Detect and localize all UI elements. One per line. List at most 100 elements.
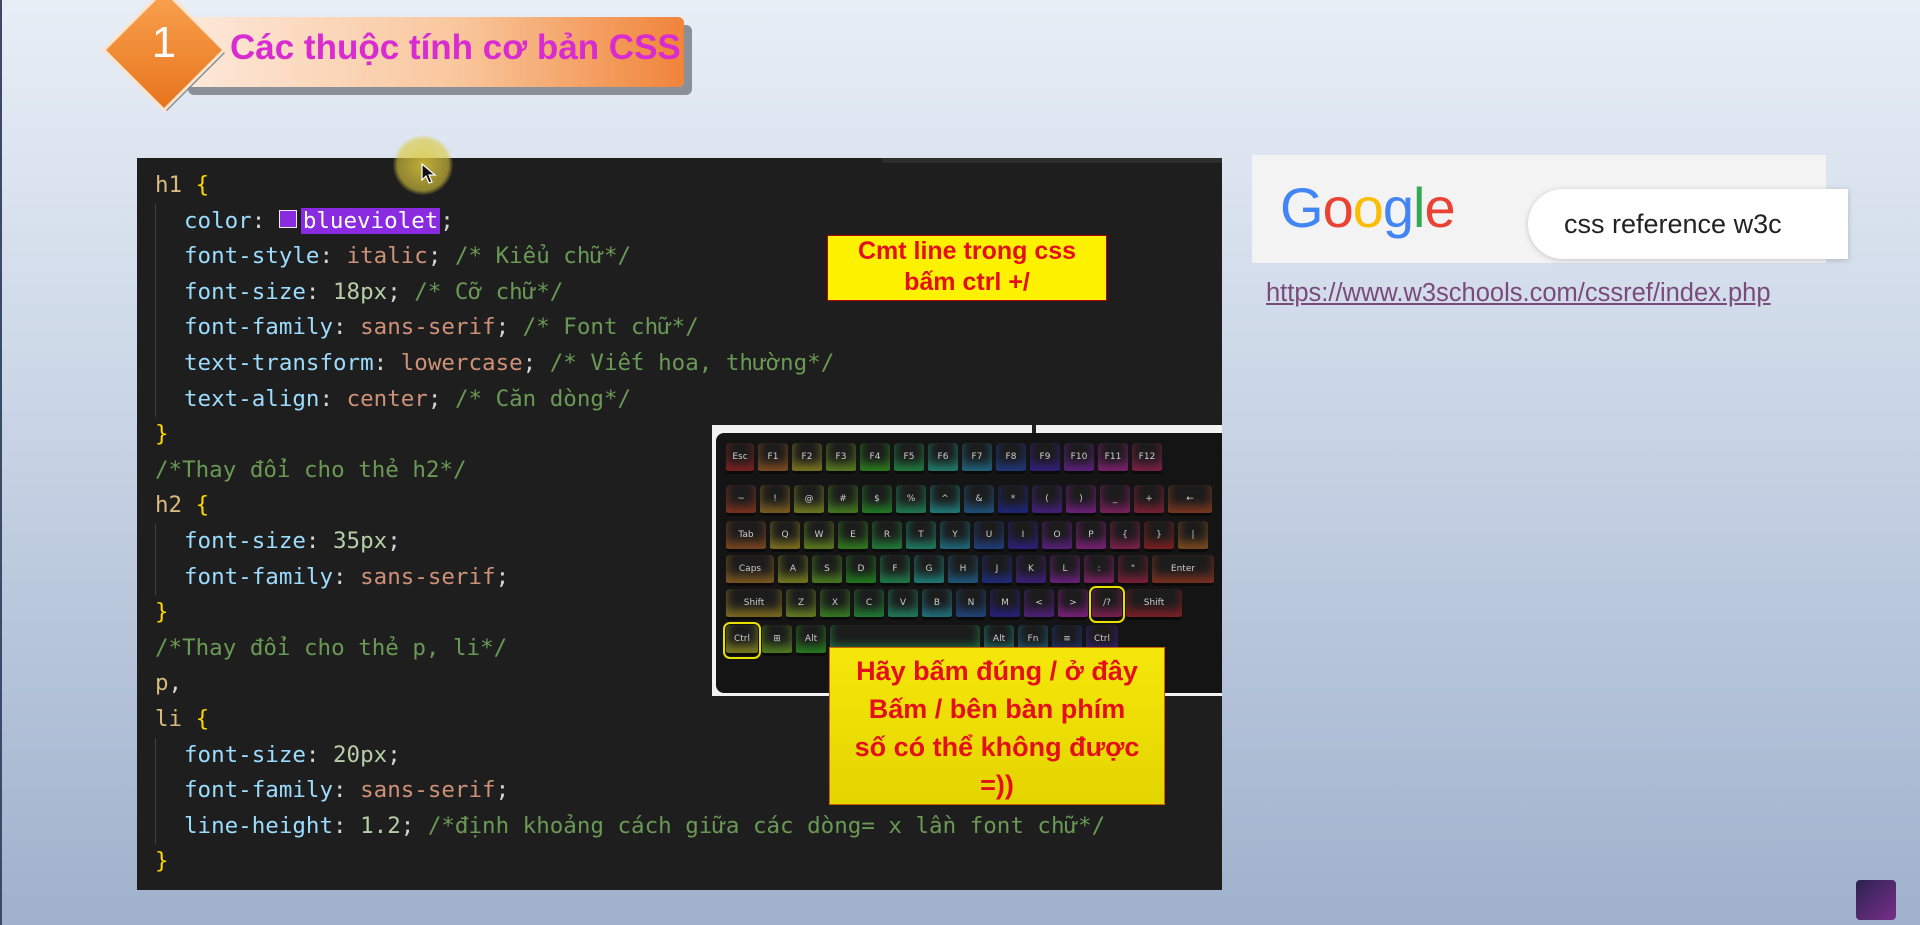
keyboard-key: U [974,521,1004,552]
code-token-val: lowercase [400,349,523,376]
keyboard-key: X [820,589,850,620]
keyboard-key: ⊞ [762,625,792,656]
code-token-cmt: /* Cỡ chữ*/ [414,278,564,305]
google-logo-letter: o [1322,176,1354,239]
slide-number: 1 [151,18,177,67]
keyboard-key: A [778,555,808,586]
google-logo-letter: l [1413,176,1425,239]
code-line[interactable]: h1 { [155,168,1105,204]
keyboard-key: P [1076,521,1106,552]
code-token-prop: text-align [184,385,320,412]
indent-guide [155,203,184,240]
keyboard-key: V [888,589,918,620]
google-search-snippet: Google css reference w3c [1252,155,1848,263]
code-token-plain: ; [400,812,428,839]
keyboard-key: " [1118,555,1148,586]
code-line[interactable]: text-align: center; /* Căn dòng*/ [155,381,1105,418]
code-token-brace: } [155,421,169,448]
code-token-val: sans-serif [360,563,496,590]
indent-guide [155,737,184,774]
keyboard-key: F2 [792,443,822,474]
keyboard-key: F12 [1132,443,1162,474]
code-token-brace: { [195,705,210,732]
comment-shortcut-note: Cmt line trong css bấm ctrl +/ [827,235,1107,301]
keyboard-key: L [1050,555,1080,586]
search-input[interactable]: css reference w3c [1528,189,1848,259]
color-swatch-icon [278,210,297,229]
code-token-cmt: /*Thay đổi cho thẻ h2*/ [155,456,467,483]
keyboard-key: ^ [930,485,960,516]
keyboard-key: * [998,485,1028,516]
keyboard-key: G [914,555,944,586]
code-token-plain: , [168,670,183,697]
code-token-brace: } [155,848,169,875]
keyboard-key: ( [1032,485,1062,516]
code-line[interactable]: text-transform: lowercase; /* Viết hoa, … [155,345,1105,382]
keyboard-key: Caps [726,555,774,586]
note-line: bấm ctrl +/ [904,268,1030,296]
code-token-hl: blueviolet [300,207,441,234]
code-token-plain: : [305,278,334,305]
code-token-num: 20px [333,741,388,768]
keyboard-key: @ [794,485,824,516]
keyboard-key: Ctrl [723,622,761,659]
code-token-num: 35px [333,527,388,554]
keyboard-key: F6 [928,443,958,474]
google-logo: Google [1280,175,1456,240]
keyboard-key: + [1134,485,1164,516]
code-token-num: 1.2 [360,812,401,839]
note-line: =)) [980,770,1014,800]
code-token-plain: ; [387,278,415,305]
code-token-cmt: /* Viết hoa, thường*/ [549,349,835,376]
code-token-plain: ; [440,207,454,234]
keyboard-key: | [1178,521,1208,552]
code-token-plain: ; [427,243,455,270]
keyboard-key: _ [1100,485,1130,516]
indent-guide [155,345,184,382]
code-token-sel: p [155,670,169,697]
keyboard-key: D [846,555,876,586]
keyboard-key: F4 [860,443,890,474]
google-logo-letter: e [1424,176,1455,239]
keyboard-key: I [1008,521,1038,552]
keyboard-key: ) [1066,485,1096,516]
code-token-prop: font-size [184,741,306,768]
keyboard-key: K [1016,555,1046,586]
keyboard-key: ← [1168,485,1212,516]
w3schools-link[interactable]: https://www.w3schools.com/cssref/index.p… [1266,279,1771,308]
code-line[interactable]: font-family: sans-serif; /* Font chữ*/ [155,310,1105,346]
code-line[interactable]: } [155,844,1105,880]
keyboard-key: F9 [1030,443,1060,474]
keyboard-key: F3 [826,443,856,474]
code-line[interactable]: color: blueviolet; [155,203,1105,240]
keyboard-key: F7 [962,443,992,474]
code-token-prop: color [184,207,252,234]
keyboard-key: T [906,521,936,552]
keyboard-key: S [812,555,842,586]
code-token-plain: : [333,777,361,804]
keyboard-key: < [1024,589,1054,620]
keyboard-key: M [990,589,1020,620]
code-token-cmt: /* Kiểu chữ*/ [454,243,632,270]
code-token-plain: : [373,349,401,376]
editor-top-edge [882,158,1222,163]
code-token-cmt: /* Font chữ*/ [522,314,699,341]
code-token-cmt: /*Thay đổi cho thẻ p, li*/ [155,634,508,661]
code-token-brace: { [195,492,210,519]
keyboard-row: ~! @ # $% ^ & *() _ + ← [726,485,1212,516]
google-logo-letter: o [1352,176,1384,239]
code-token-plain: : [333,314,361,341]
code-token-prop: font-size [184,278,306,305]
keyboard-key: Alt [796,625,826,656]
indent-guide [155,274,184,311]
note-line: số có thể không được [854,732,1140,762]
keyboard-key: W [804,521,834,552]
code-line[interactable]: line-height: 1.2; /*định khoảng cách giữ… [155,808,1105,845]
indent-guide [155,559,184,596]
code-token-plain: ; [495,563,510,590]
keyboard-key: C [854,589,884,620]
code-token-plain: ; [495,777,510,804]
keyboard-row: Caps A S D F G H J K L: " Enter [726,555,1214,586]
keyboard-key: } [1144,521,1174,552]
